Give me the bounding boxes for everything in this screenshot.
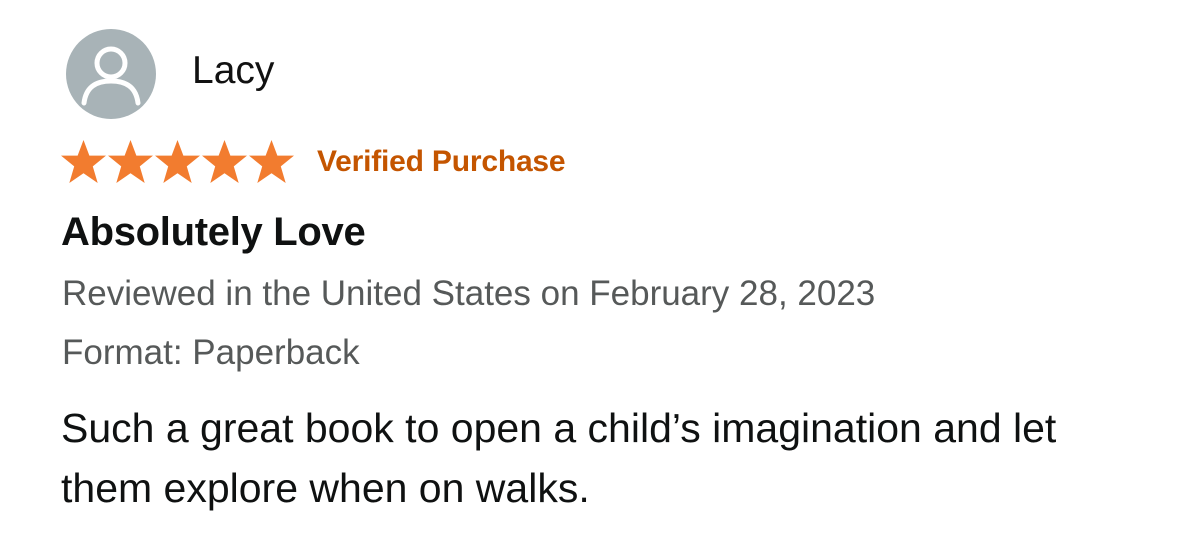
star-icon [155, 139, 200, 184]
verified-purchase-badge: Verified Purchase [317, 144, 566, 178]
review-body: Such a great book to open a child’s imag… [61, 405, 1057, 511]
star-icon [61, 139, 106, 184]
reviewer-profile[interactable]: Lacy [66, 29, 274, 119]
review-title[interactable]: Absolutely Love [61, 210, 366, 254]
review-date: Reviewed in the United States on Februar… [62, 274, 876, 313]
review-card: Lacy Verified Purchase Absolutely Love R… [0, 0, 1179, 535]
star-icon [202, 139, 247, 184]
review-format[interactable]: Format: Paperback [62, 333, 360, 373]
star-rating[interactable] [60, 139, 295, 184]
star-icon [249, 139, 294, 184]
user-silhouette-icon [81, 46, 141, 106]
avatar[interactable] [66, 29, 156, 119]
rating-row: Verified Purchase [60, 139, 566, 184]
star-icon [108, 139, 153, 184]
reviewer-name[interactable]: Lacy [192, 51, 274, 90]
